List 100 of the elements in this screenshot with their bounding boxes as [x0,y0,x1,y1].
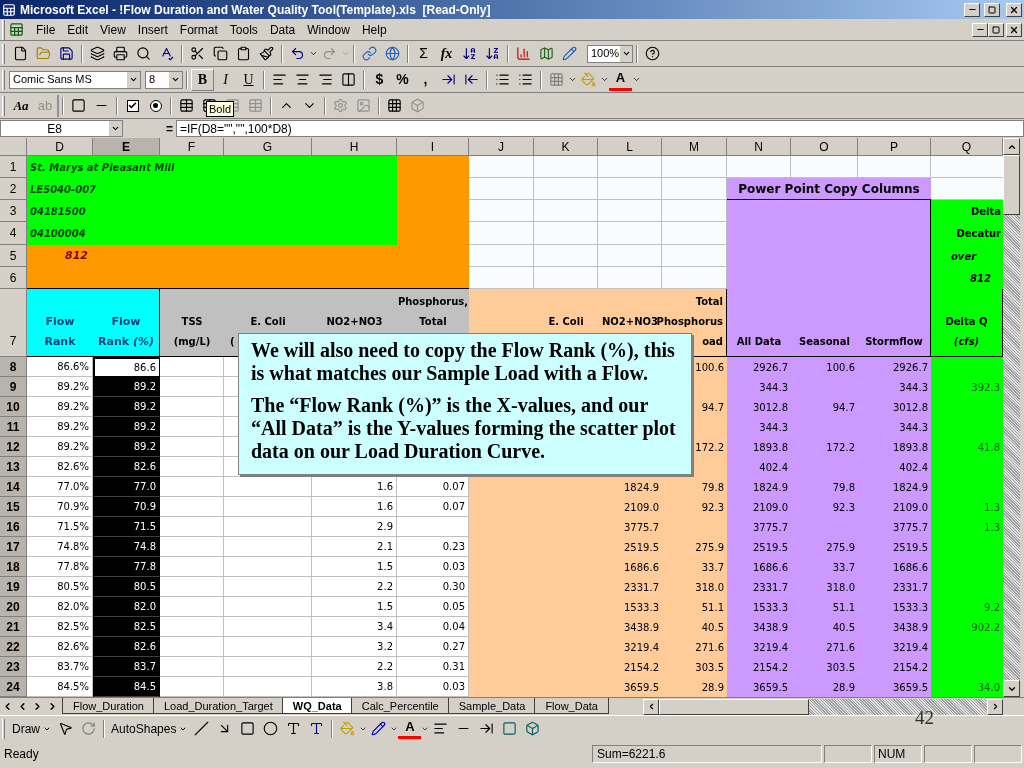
chart-icon[interactable] [516,46,531,61]
menu-item[interactable]: Tools [223,20,264,39]
maximize-button[interactable] [984,2,1000,17]
number-format-button[interactable]: % [391,68,414,91]
decrease-indent-icon[interactable] [495,72,510,87]
menu-item[interactable]: Format [173,20,224,39]
font-size-dropdown[interactable]: 8 [145,70,183,89]
row-header[interactable]: 14 [0,477,27,497]
sheet-tab[interactable]: Calc_Percentile [350,698,450,714]
toggle-grid-icon[interactable] [387,98,402,113]
row-header[interactable]: 12 [0,437,27,457]
vertical-scrollbar[interactable] [1003,138,1020,697]
number-format-button[interactable]: , [414,68,437,91]
three-d-icon[interactable] [525,721,541,736]
layers-icon[interactable] [90,46,105,61]
option-button-icon[interactable] [149,99,162,112]
row-header[interactable]: 7 [0,289,27,357]
line-style-icon[interactable] [433,721,449,736]
row-header[interactable]: 17 [0,537,27,557]
row-header[interactable]: 8 [0,357,27,377]
row-header[interactable]: 15 [0,497,27,517]
column-header[interactable]: H [312,138,397,156]
name-box[interactable]: E8 [0,120,123,137]
menu-item[interactable]: View [94,20,132,39]
column-header[interactable]: L [598,138,662,156]
sheet-tab[interactable]: Sample_Data [447,698,537,714]
text-style-button[interactable]: U [237,68,260,91]
column-header[interactable]: O [791,138,858,156]
decrease-decimal-icon[interactable] [464,72,479,87]
row-header[interactable]: 19 [0,577,27,597]
fill-color-icon[interactable] [340,721,356,736]
column-header[interactable]: I [397,138,469,156]
new-file-icon[interactable] [13,46,28,61]
copy-icon[interactable] [213,46,228,61]
row-header[interactable]: 13 [0,457,27,477]
row-header[interactable]: 21 [0,617,27,637]
column-header[interactable]: E [93,138,160,156]
row-header[interactable]: 6 [0,267,27,289]
align-left-icon[interactable] [272,72,287,87]
increase-decimal-icon[interactable] [441,72,456,87]
menu-item[interactable]: Edit [61,20,95,39]
number-format-button[interactable]: $ [368,68,391,91]
column-header[interactable]: F [160,138,224,156]
select-objects-icon[interactable] [58,721,73,736]
sort-descending-icon[interactable] [485,46,500,61]
group-box-icon[interactable] [71,98,86,113]
close-button[interactable] [1006,22,1022,37]
scroll-up-button[interactable] [1003,138,1020,155]
workbook-icon[interactable] [9,22,24,37]
row-header[interactable]: 16 [0,517,27,537]
font-color-button[interactable]: A [609,68,632,91]
list-box-icon[interactable] [179,98,194,113]
column-header[interactable]: M [662,138,727,156]
caret-icon[interactable] [309,49,318,58]
row-header[interactable]: 5 [0,245,27,267]
menu-item[interactable]: Insert [131,20,174,39]
close-button[interactable] [1006,2,1022,17]
zoom-dropdown[interactable]: 100% [587,44,633,63]
row-header[interactable]: 9 [0,377,27,397]
row-header[interactable]: 3 [0,200,27,222]
label-tool[interactable]: Aa [9,94,33,117]
caret-icon[interactable] [632,75,641,84]
oval-icon[interactable] [263,721,279,736]
text-style-button[interactable]: I [214,68,237,91]
save-icon[interactable] [59,46,74,61]
shadow-icon[interactable] [502,721,518,736]
fill-color-icon[interactable] [581,72,596,87]
column-header[interactable]: K [534,138,598,156]
undo-icon[interactable] [290,46,305,61]
tab-scroll-icon[interactable] [32,701,43,712]
line-icon[interactable] [194,721,210,736]
row-header[interactable]: 4 [0,222,27,245]
cut-icon[interactable] [190,46,205,61]
menu-item[interactable]: Window [301,20,356,39]
rectangle-icon[interactable] [240,721,256,736]
column-header[interactable]: J [469,138,534,156]
menu-item[interactable]: Help [355,20,393,39]
text-box-icon[interactable] [286,721,302,736]
align-center-icon[interactable] [295,72,310,87]
arrow-style-icon[interactable] [479,721,495,736]
autosum-button[interactable]: Σ [412,42,435,65]
sheet-tab[interactable]: Load_Duration_Target [152,698,284,714]
checkbox-tool-icon[interactable] [126,99,139,112]
minimize-button[interactable] [964,2,980,17]
select-all-button[interactable] [0,138,27,156]
row-header[interactable]: 18 [0,557,27,577]
column-header[interactable]: Q [931,138,1003,156]
borders-icon[interactable] [549,72,564,87]
scroll-thumb[interactable] [1003,155,1020,215]
print-preview-icon[interactable] [136,46,151,61]
minimize-button[interactable] [972,22,988,37]
hyperlink-icon[interactable] [362,46,377,61]
formula-field[interactable]: =IF(D8="","",100*D8) [176,120,1024,137]
align-right-icon[interactable] [318,72,333,87]
column-header[interactable]: D [27,138,93,156]
line-color-icon[interactable] [371,721,387,736]
column-header[interactable]: G [224,138,312,156]
scroll-thumb[interactable] [659,698,809,715]
help-icon[interactable] [645,46,660,61]
sheet-tab[interactable]: Flow_Duration [62,698,155,714]
